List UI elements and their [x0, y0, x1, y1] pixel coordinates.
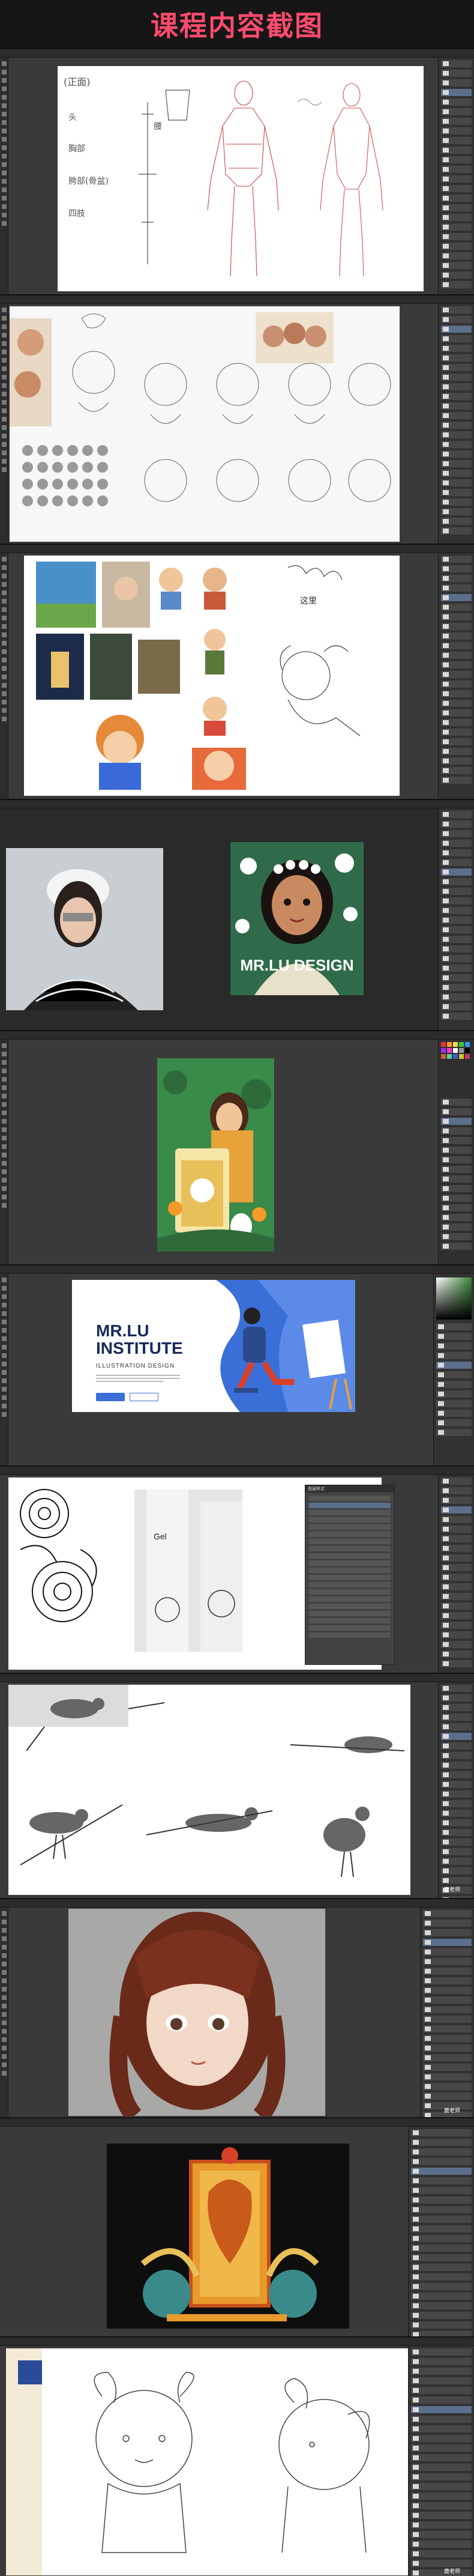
swatches-panel[interactable]: [438, 1040, 474, 1264]
screenshot-moodboard: 这里: [0, 544, 474, 799]
ornate-illustration: [107, 2144, 349, 2329]
document-tab-bar[interactable]: [0, 545, 474, 553]
sketch-note: 四肢: [68, 209, 85, 219]
document-tab-bar[interactable]: [0, 2338, 474, 2346]
screenshot-portrait-poster: MR.LU DESIGN: [0, 799, 474, 1030]
moodboard-images: 这里: [36, 562, 361, 790]
screenshot-cute-character-sketch: 鹿老师: [0, 2336, 474, 2576]
layer-style-dialog[interactable]: 图层样式: [305, 1485, 395, 1665]
sketch-note: 胸部: [68, 144, 85, 154]
toolbar[interactable]: [0, 553, 8, 799]
girl-with-drink-illustration: [157, 1058, 274, 1252]
canvas[interactable]: 这里: [24, 556, 400, 796]
layers-panel[interactable]: [408, 2127, 474, 2336]
woman-photo: [6, 848, 163, 1010]
watermark: 鹿老师: [444, 1887, 461, 1893]
color-swatches[interactable]: [439, 1040, 474, 1094]
screenshot-ornate-poster: [0, 2117, 474, 2336]
screenshot-drink-illustration: [0, 1030, 474, 1264]
sheep-character-sketch: [6, 2348, 370, 2575]
reference-photo[interactable]: [6, 848, 163, 1010]
screenshot-figure-sketch: (正面) 头 胸部 胯部(骨盆) 四肢 腰: [0, 48, 474, 294]
color-panel[interactable]: [433, 1274, 474, 1465]
document-tab-bar[interactable]: [0, 1899, 474, 1908]
document-tab-bar[interactable]: [0, 1467, 474, 1475]
course-screenshots-page: 课程内容截图 (正面) 头 胸部 胯部(骨盆) 四肢 腰 这里 MR.LU DE…: [0, 0, 474, 2576]
figure-sketch-drawing: (正面) 头 胸部 胯部(骨盆) 四肢 腰: [64, 76, 383, 277]
screenshot-packaging-mockup: Gel 图层样式: [0, 1465, 474, 1673]
canvas[interactable]: [10, 306, 400, 542]
poster-title: MR.LU DESIGN: [240, 956, 354, 974]
website-subtitle: ILLUSTRATION DESIGN: [96, 1363, 175, 1369]
character-sketches: [10, 312, 391, 506]
anime-girl-portrait: [68, 1909, 325, 2117]
canvas[interactable]: [68, 1909, 325, 2117]
website-body-text: [96, 1375, 180, 1386]
sketch-note: (正面): [64, 76, 91, 88]
sketch-note: 这里: [300, 596, 317, 606]
document-tab-bar[interactable]: [0, 1674, 474, 1682]
layers-panel[interactable]: [438, 58, 474, 294]
canvas[interactable]: [107, 2144, 349, 2329]
website-title: MR.LU INSTITUTE: [96, 1321, 183, 1358]
color-picker[interactable]: [436, 1277, 472, 1320]
screenshot-bird-drawings: 鹿老师: [0, 1673, 474, 1898]
layers-panel[interactable]: [438, 553, 474, 799]
document-tab-bar[interactable]: [0, 800, 474, 808]
primary-button[interactable]: [96, 1393, 125, 1401]
sketch-note: 头: [68, 113, 77, 123]
sketch-note: 胯部(骨盆): [68, 177, 109, 186]
toolbar[interactable]: [0, 1908, 8, 2117]
screenshot-character-sketches: [0, 294, 474, 544]
layers-panel[interactable]: [438, 1475, 474, 1673]
document-tab-bar[interactable]: [0, 1031, 474, 1040]
watermark: 鹿老师: [444, 2569, 461, 2575]
document-tab-bar[interactable]: [0, 49, 474, 58]
toolbar[interactable]: [0, 304, 8, 544]
watermark: 鹿老师: [444, 2108, 461, 2114]
layers-panel[interactable]: [438, 1682, 474, 1898]
canvas[interactable]: [8, 1685, 410, 1895]
document-tab-bar[interactable]: [0, 295, 474, 304]
screenshot-web-design: MR.LU INSTITUTE ILLUSTRATION DESIGN: [0, 1264, 474, 1465]
poster-canvas[interactable]: MR.LU DESIGN: [230, 842, 364, 995]
header-bar: 课程内容截图: [0, 0, 474, 48]
canvas[interactable]: [6, 2348, 408, 2575]
layers-panel[interactable]: [438, 808, 474, 1030]
secondary-button[interactable]: [130, 1393, 158, 1401]
document-tab-bar[interactable]: [0, 2118, 474, 2127]
dialog-title: 图层样式: [305, 1485, 394, 1493]
layers-panel[interactable]: [438, 304, 474, 544]
toolbar[interactable]: [0, 1274, 8, 1465]
screenshot-anime-portrait: 鹿老师: [0, 1898, 474, 2117]
page-title: 课程内容截图: [151, 10, 323, 42]
layers-panel[interactable]: [420, 1908, 474, 2117]
document-tab-bar[interactable]: [0, 1265, 474, 1274]
toolbar[interactable]: [0, 58, 8, 294]
toolbar[interactable]: [0, 1040, 8, 1264]
canvas[interactable]: MR.LU INSTITUTE ILLUSTRATION DESIGN: [72, 1280, 355, 1412]
package-label: Gel: [154, 1532, 167, 1541]
sketch-note: 腰: [154, 122, 162, 132]
layers-panel[interactable]: [408, 2346, 474, 2576]
canvas[interactable]: (正面) 头 胸部 胯部(骨盆) 四肢 腰: [58, 66, 424, 291]
bird-sketches: [8, 1685, 405, 1877]
canvas[interactable]: [157, 1058, 274, 1252]
